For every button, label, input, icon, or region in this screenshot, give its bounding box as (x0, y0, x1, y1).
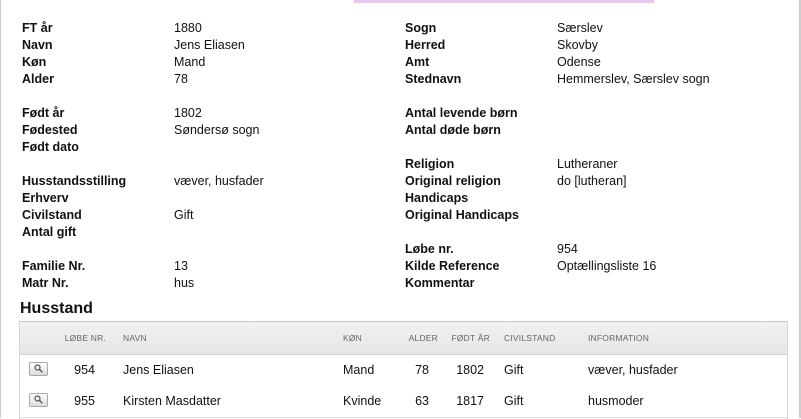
value-fodt-ar: 1802 (174, 106, 202, 120)
label-familie-nr: Familie Nr. (22, 259, 86, 273)
window-border-left (0, 0, 1, 418)
label-civilstand: Civilstand (22, 208, 82, 222)
cell-navn: Kirsten Masdatter (123, 394, 221, 408)
label-husstandsstilling: Husstandsstilling (22, 174, 127, 188)
table-header: LØBE NR. NAVN KØN ALDER FØDT ÅR CIVILSTA… (20, 322, 787, 355)
view-person-button[interactable] (29, 362, 48, 376)
top-accent-bar (354, 0, 654, 3)
value-fodested: Søndersø sogn (174, 123, 260, 137)
column-header-lobe-nr[interactable]: LØBE NR. (50, 333, 106, 343)
label-herred: Herred (405, 38, 446, 52)
label-antal-gift: Antal gift (22, 225, 77, 239)
value-husstandsstilling: væver, husfader (174, 174, 264, 188)
label-fodt-ar: Født år (22, 106, 65, 120)
section-title-husstand: Husstand (20, 300, 93, 317)
label-fodt-dato: Født dato (22, 140, 79, 154)
label-religion: Religion (405, 157, 455, 171)
label-navn: Navn (22, 38, 53, 52)
value-ft-ar: 1880 (174, 21, 202, 35)
value-kilde-reference: Optællingsliste 16 (557, 259, 657, 273)
cell-fodt-ar: 1817 (456, 394, 484, 408)
table-row[interactable]: 954 Jens Eliasen Mand 78 1802 Gift væver… (20, 355, 787, 387)
label-antal-levende-born: Antal levende børn (405, 106, 518, 120)
label-erhverv: Erhverv (22, 191, 69, 205)
cell-information: husmoder (588, 394, 644, 408)
cell-kon: Mand (343, 363, 375, 377)
cell-navn: Jens Eliasen (123, 363, 194, 377)
value-civilstand: Gift (174, 208, 194, 222)
label-kommentar: Kommentar (405, 276, 475, 290)
label-kon: Køn (22, 55, 47, 69)
value-original-religion: do [lutheran] (557, 174, 627, 188)
cell-information: væver, husfader (588, 363, 678, 377)
value-kon: Mand (174, 55, 206, 69)
label-original-handicaps: Original Handicaps (405, 208, 519, 222)
value-amt: Odense (557, 55, 601, 69)
label-alder: Alder (22, 72, 54, 86)
column-header-fodt-ar[interactable]: FØDT ÅR (445, 333, 490, 343)
label-handicaps: Handicaps (405, 191, 469, 205)
column-header-navn[interactable]: NAVN (123, 333, 147, 343)
cell-alder: 63 (415, 394, 429, 408)
value-familie-nr: 13 (174, 259, 188, 273)
magnifier-icon (34, 395, 43, 404)
table-row[interactable]: 955 Kirsten Masdatter Kvinde 63 1817 Gif… (20, 386, 787, 418)
label-original-religion: Original religion (405, 174, 501, 188)
value-lobe-nr: 954 (557, 242, 578, 256)
label-lobe-nr: Løbe nr. (405, 242, 454, 256)
value-matr-nr: hus (174, 276, 195, 290)
column-header-civilstand[interactable]: CIVILSTAND (504, 333, 555, 343)
label-ft-ar: FT år (22, 21, 53, 35)
cell-civilstand: Gift (504, 394, 524, 408)
value-stednavn: Hemmerslev, Særslev sogn (557, 72, 710, 86)
cell-kon: Kvinde (343, 394, 382, 408)
label-kilde-reference: Kilde Reference (405, 259, 500, 273)
label-sogn: Sogn (405, 21, 437, 35)
label-antal-dode-born: Antal døde børn (405, 123, 501, 137)
column-header-kon[interactable]: KØN (343, 333, 362, 343)
cell-fodt-ar: 1802 (456, 363, 484, 377)
value-sogn: Særslev (557, 21, 603, 35)
cell-lobe-nr: 954 (74, 363, 95, 377)
value-navn: Jens Eliasen (174, 38, 245, 52)
value-alder: 78 (174, 72, 188, 86)
view-person-button[interactable] (29, 393, 48, 407)
label-amt: Amt (405, 55, 430, 69)
magnifier-icon (34, 364, 43, 373)
cell-alder: 78 (415, 363, 429, 377)
column-header-information[interactable]: INFORMATION (588, 333, 649, 343)
label-stednavn: Stednavn (405, 72, 462, 86)
column-header-alder[interactable]: ALDER (400, 333, 438, 343)
label-fodested: Fødested (22, 123, 78, 137)
value-religion: Lutheraner (557, 157, 618, 171)
label-matr-nr: Matr Nr. (22, 276, 69, 290)
cell-lobe-nr: 955 (74, 394, 95, 408)
household-table: LØBE NR. NAVN KØN ALDER FØDT ÅR CIVILSTA… (19, 321, 788, 419)
value-herred: Skovby (557, 38, 598, 52)
cell-civilstand: Gift (504, 363, 524, 377)
